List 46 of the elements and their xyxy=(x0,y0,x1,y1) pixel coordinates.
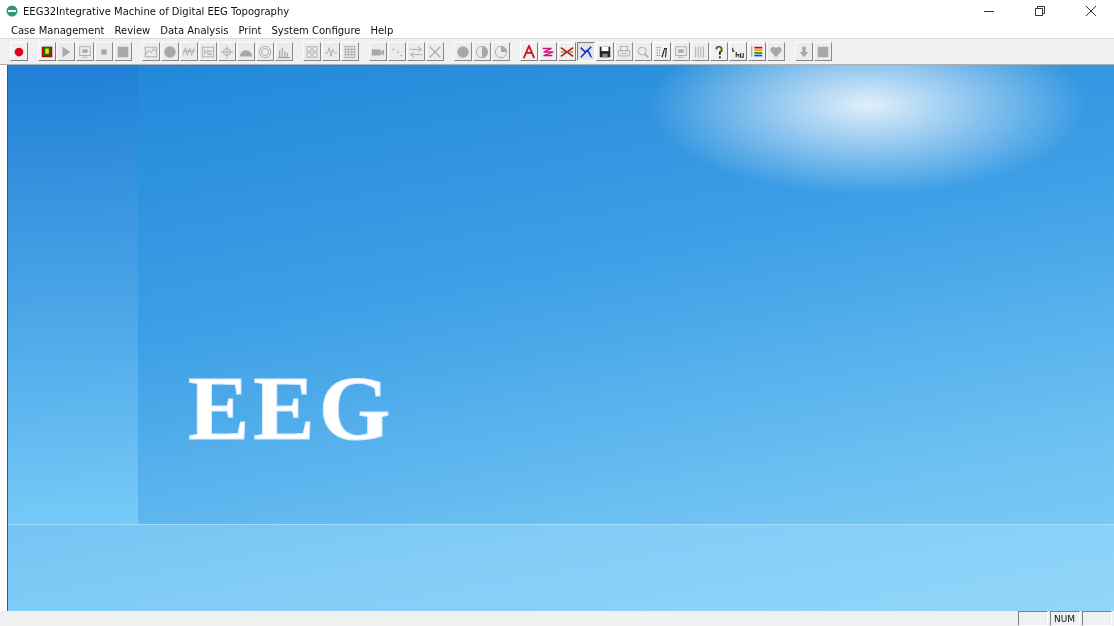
square-icon xyxy=(116,44,130,59)
circle-icon xyxy=(163,44,177,59)
menu-item[interactable]: Review xyxy=(109,24,156,36)
printer-icon xyxy=(617,44,631,59)
logo-text: EEG xyxy=(188,362,395,454)
half-circle-icon xyxy=(475,44,489,59)
lines-icon xyxy=(693,44,707,59)
waveform-icon xyxy=(144,44,158,59)
color-bars-icon xyxy=(750,44,764,59)
menu-item[interactable]: Data Analysis xyxy=(155,24,234,36)
menu-item[interactable]: System Configure xyxy=(266,24,366,36)
close-icon xyxy=(428,44,442,59)
square-icon xyxy=(816,44,830,59)
grid-icon xyxy=(305,44,319,59)
frequency-icon xyxy=(201,44,215,59)
circle-icon xyxy=(456,44,470,59)
menu-item[interactable]: Case Management xyxy=(6,24,110,36)
save-icon xyxy=(598,44,612,59)
spike-icon xyxy=(182,44,196,59)
menu-item[interactable]: Print xyxy=(233,24,267,36)
blocks-icon xyxy=(40,44,54,59)
crossed-lines-icon xyxy=(579,44,593,59)
close-icon xyxy=(1086,6,1096,16)
monitor-icon xyxy=(674,44,688,59)
status-pane: NUM xyxy=(1050,611,1080,626)
toolbar-button[interactable] xyxy=(577,42,595,61)
crossed-lines-icon xyxy=(560,44,574,59)
minimize-icon xyxy=(984,10,994,12)
heart-icon xyxy=(769,44,783,59)
menu-item[interactable]: Help xyxy=(365,24,399,36)
pie-icon xyxy=(494,44,508,59)
down-arrow-icon xyxy=(797,44,811,59)
pulse-icon xyxy=(324,44,338,59)
text-icon xyxy=(655,44,669,59)
table-icon xyxy=(343,44,357,59)
rings-icon xyxy=(258,44,272,59)
swap-arrows-icon xyxy=(409,44,423,59)
status-pane xyxy=(1018,611,1048,626)
status-pane xyxy=(1082,611,1112,626)
magnifier-icon xyxy=(636,44,650,59)
letter-a-icon xyxy=(522,44,536,59)
restore-icon xyxy=(1035,6,1045,16)
crosshair-icon xyxy=(220,44,234,59)
window-title: EEG32Integrative Machine of Digital EEG Topography xyxy=(23,5,290,17)
monitor-icon xyxy=(78,44,92,59)
app-icon xyxy=(6,5,18,17)
